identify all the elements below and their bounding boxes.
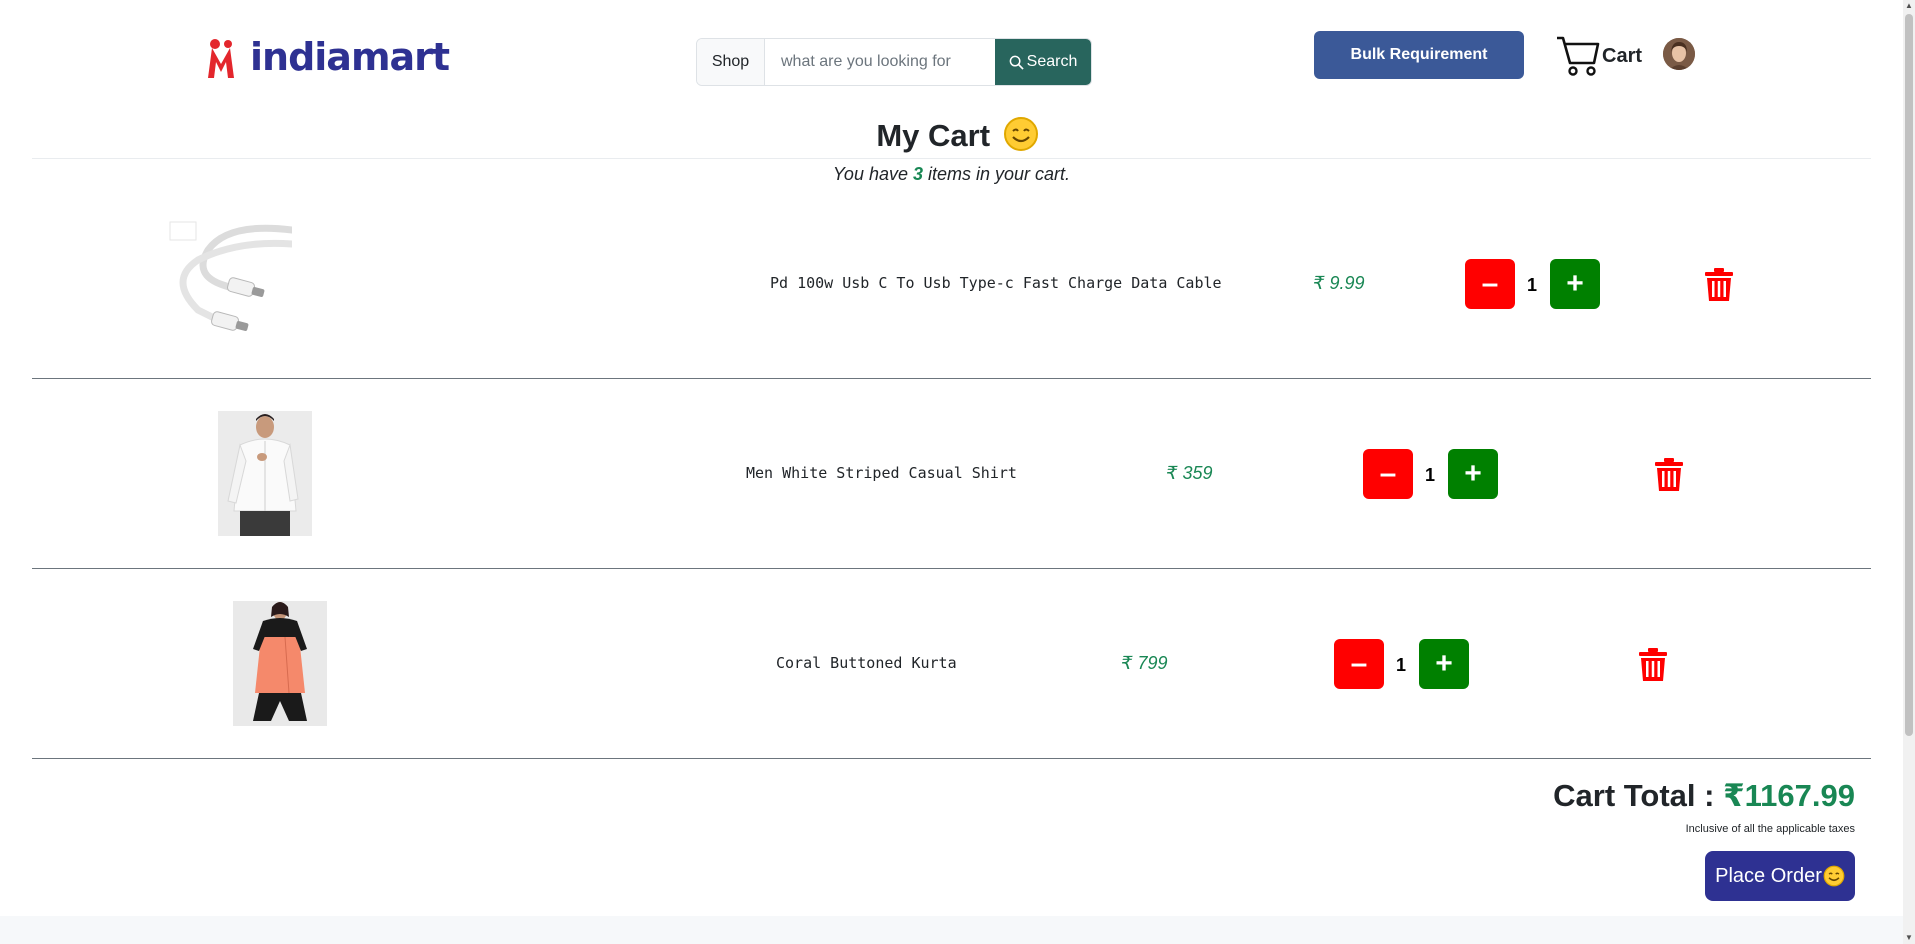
cart-count-text: You have 3 items in your cart. [0, 164, 1903, 185]
logo-text: indiamart [250, 35, 450, 79]
tax-note: Inclusive of all the applicable taxes [1685, 823, 1855, 835]
bulk-requirement-button[interactable]: Bulk Requirement [1314, 31, 1524, 79]
search-button[interactable]: Search [995, 39, 1091, 85]
search-bar: Shop Search [696, 38, 1092, 86]
indiamart-logo-mark [206, 34, 248, 80]
smile-emoji-icon [1003, 117, 1038, 151]
search-button-label: Search [1026, 53, 1078, 70]
delete-item-button[interactable] [1654, 458, 1684, 492]
page-scrollbar[interactable]: ▲ ▼ [1903, 0, 1915, 944]
item-name: Men White Striped Casual Shirt [746, 464, 1017, 482]
shop-label: Shop [697, 39, 765, 85]
item-quantity: 1 [1395, 655, 1406, 675]
search-icon [1009, 55, 1024, 70]
cart-item-count: 3 [913, 164, 924, 184]
delete-item-button[interactable] [1638, 648, 1668, 682]
footer-strip [0, 916, 1903, 944]
item-image-usb-cable [168, 220, 292, 342]
scroll-down-arrow-icon[interactable]: ▼ [1905, 934, 1913, 942]
trash-icon [1705, 268, 1733, 301]
cart-label: Cart [1602, 44, 1643, 67]
item-price: ₹ 359 [1166, 463, 1213, 483]
smile-emoji-icon [1823, 865, 1845, 887]
place-order-label: Place Order [1715, 864, 1822, 887]
item-image-white-shirt [218, 411, 312, 536]
cart-total-amount: ₹1167.99 [1723, 778, 1855, 813]
scroll-up-arrow-icon[interactable]: ▲ [1905, 2, 1913, 10]
item-divider [32, 568, 1871, 569]
decrease-quantity-button[interactable]: – [1363, 449, 1413, 499]
avatar[interactable] [1663, 38, 1695, 70]
item-quantity: 1 [1424, 465, 1435, 485]
decrease-quantity-button[interactable]: – [1465, 259, 1515, 309]
cart-total-label: Cart Total : [1553, 778, 1724, 813]
item-quantity: 1 [1526, 275, 1537, 295]
item-image-coral-kurta [233, 601, 327, 726]
cart-count-suffix: items in your cart. [923, 164, 1071, 184]
item-name: Coral Buttoned Kurta [776, 654, 957, 672]
item-name: Pd 100w Usb C To Usb Type-c Fast Charge … [770, 274, 1222, 292]
cart-count-prefix: You have [832, 164, 913, 184]
increase-quantity-button[interactable]: + [1419, 639, 1469, 689]
page-title-text: My Cart [876, 118, 991, 153]
decrease-quantity-button[interactable]: – [1334, 639, 1384, 689]
title-divider [32, 158, 1871, 159]
item-divider [32, 378, 1871, 379]
place-order-button[interactable]: Place Order [1705, 851, 1855, 901]
delete-item-button[interactable] [1704, 268, 1734, 302]
item-price: ₹ 799 [1121, 653, 1168, 673]
cart-total: Cart Total : ₹1167.99 [1553, 778, 1855, 814]
item-price: ₹ 9.99 [1313, 273, 1365, 293]
increase-quantity-button[interactable]: + [1550, 259, 1600, 309]
increase-quantity-button[interactable]: + [1448, 449, 1498, 499]
cart-link[interactable]: Cart [1556, 34, 1642, 78]
trash-icon [1655, 458, 1683, 491]
page-title: My Cart [0, 114, 1915, 158]
trash-icon [1639, 648, 1667, 681]
cart-icon [1557, 36, 1600, 76]
scrollbar-thumb[interactable] [1905, 14, 1913, 736]
search-input[interactable] [765, 39, 995, 85]
item-divider [32, 758, 1871, 759]
indiamart-logo[interactable]: indiamart [206, 30, 450, 84]
